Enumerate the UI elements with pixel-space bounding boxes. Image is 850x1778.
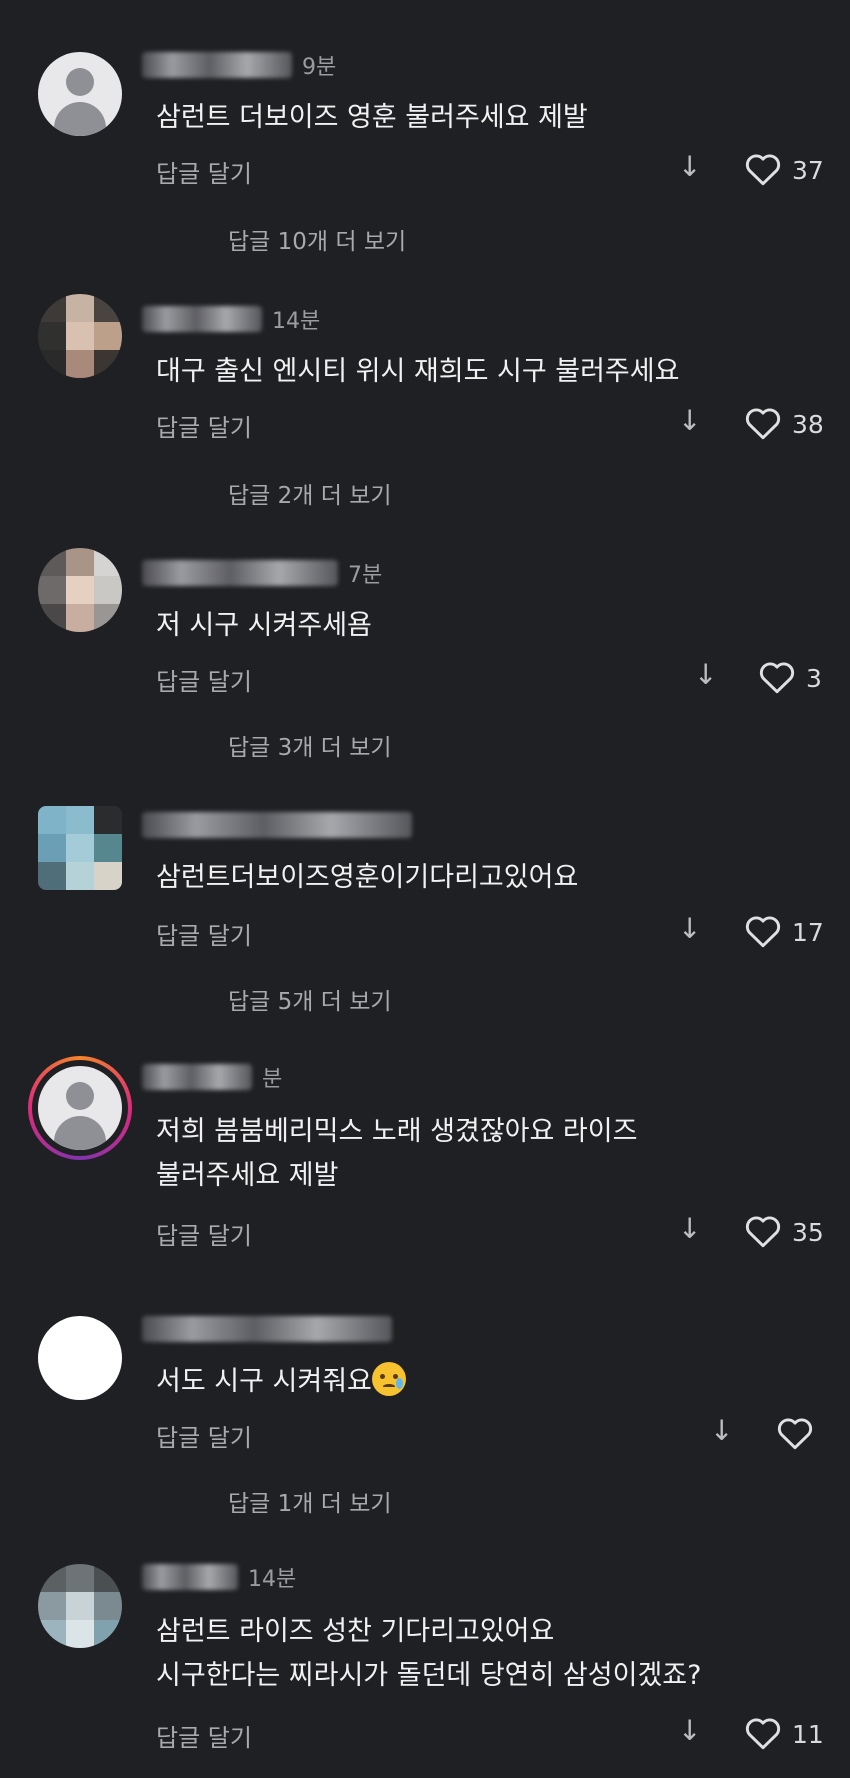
username-blurred[interactable]	[142, 1316, 392, 1342]
comment-text: 삼런트 더보이즈 영훈 불러주세요 제발	[156, 96, 588, 140]
comment-text-line: 저희 붐붐베리믹스 노래 생겼잖아요 라이즈	[156, 1116, 638, 1147]
comment-text: 삼런트 라이즈 성찬 기다리고있어요 시구한다는 찌라시가 돌던데 당연히 삼성…	[156, 1610, 701, 1698]
default-avatar-icon	[38, 1066, 122, 1150]
down-arrow-icon[interactable]: ↓	[678, 912, 701, 945]
comment-time: 7분	[348, 563, 383, 588]
comment-text-line: 서도 시구 시켜줘요	[156, 1366, 372, 1397]
comment-text: 서도 시구 시켜줘요	[156, 1360, 406, 1404]
reply-button[interactable]: 답글 달기	[156, 408, 252, 443]
reply-button[interactable]: 답글 달기	[156, 1216, 252, 1251]
comment-time: 14분	[248, 1567, 297, 1592]
user-avatar[interactable]	[38, 1564, 122, 1648]
default-avatar-icon[interactable]	[38, 52, 122, 136]
like-count: 37	[792, 156, 824, 185]
down-arrow-icon[interactable]: ↓	[710, 1414, 733, 1447]
comment-text: 대구 출신 엔시티 위시 재희도 시구 불러주세요	[156, 350, 679, 394]
comment-meta: 14분	[142, 1562, 296, 1592]
comment-text-line: 저 시구 시켜주세욤	[156, 610, 372, 641]
comment-time: 14분	[272, 309, 321, 334]
down-arrow-icon[interactable]: ↓	[678, 404, 701, 437]
reply-button[interactable]: 답글 달기	[156, 916, 252, 951]
comment-meta: 7분	[142, 558, 382, 588]
heart-icon[interactable]	[744, 152, 782, 186]
like-count: 11	[792, 1720, 824, 1749]
comment-text-line: 삼런트 라이즈 성찬 기다리고있어요	[156, 1616, 555, 1647]
like-count: 35	[792, 1218, 824, 1247]
user-avatar[interactable]	[38, 806, 122, 890]
reply-button[interactable]: 답글 달기	[156, 1718, 252, 1753]
comment-text: 저희 붐붐베리믹스 노래 생겼잖아요 라이즈 불러주세요 제발	[156, 1110, 637, 1198]
user-avatar[interactable]	[38, 294, 122, 378]
comment-text-line: 시구한다는 찌라시가 돌던데 당연히 삼성이겠죠?	[156, 1660, 702, 1691]
user-avatar[interactable]	[38, 1316, 122, 1400]
heart-icon[interactable]	[744, 1214, 782, 1248]
reply-button[interactable]: 답글 달기	[156, 154, 252, 189]
username-blurred[interactable]	[142, 560, 338, 586]
view-more-replies[interactable]: 답글 2개 더 보기	[228, 476, 392, 510]
comment-meta	[142, 1314, 402, 1344]
down-arrow-icon[interactable]: ↓	[678, 150, 701, 183]
comment-text-line: 삼런트 더보이즈 영훈 불러주세요 제발	[156, 102, 588, 133]
view-more-replies[interactable]: 답글 10개 더 보기	[228, 222, 406, 256]
reply-button[interactable]: 답글 달기	[156, 662, 252, 697]
comment-time: 분	[262, 1067, 283, 1092]
comment-meta: 9분	[142, 50, 336, 80]
view-more-replies[interactable]: 답글 3개 더 보기	[228, 728, 392, 762]
username-blurred[interactable]	[142, 1564, 238, 1590]
comment-text: 삼런트더보이즈영훈이기다리고있어요	[156, 856, 578, 900]
username-blurred[interactable]	[142, 306, 262, 332]
username-blurred[interactable]	[142, 1064, 252, 1090]
username-blurred[interactable]	[142, 52, 292, 78]
view-more-replies[interactable]: 답글 5개 더 보기	[228, 982, 392, 1016]
down-arrow-icon[interactable]: ↓	[678, 1714, 701, 1747]
like-count: 38	[792, 410, 824, 439]
reply-button[interactable]: 답글 달기	[156, 1418, 252, 1453]
story-ring[interactable]	[28, 1056, 132, 1160]
crying-face-icon	[371, 1362, 406, 1396]
heart-icon[interactable]	[744, 914, 782, 948]
comment-text-line: 대구 출신 엔시티 위시 재희도 시구 불러주세요	[156, 356, 680, 387]
like-count: 17	[792, 918, 824, 947]
user-avatar[interactable]	[38, 548, 122, 632]
comment-text-line: 불러주세요 제발	[156, 1160, 339, 1191]
comment-meta: 14분	[142, 304, 320, 334]
view-more-replies[interactable]: 답글 1개 더 보기	[228, 1484, 392, 1518]
like-count: 3	[806, 664, 822, 693]
down-arrow-icon[interactable]: ↓	[678, 1212, 701, 1245]
heart-icon[interactable]	[758, 660, 796, 694]
comment-text: 저 시구 시켜주세욤	[156, 604, 372, 648]
comment-meta: 분	[142, 1062, 282, 1092]
down-arrow-icon[interactable]: ↓	[694, 658, 717, 691]
heart-icon[interactable]	[776, 1416, 814, 1450]
comment-meta	[142, 810, 422, 840]
comment-time: 9분	[302, 55, 337, 80]
heart-icon[interactable]	[744, 1716, 782, 1750]
username-blurred[interactable]	[142, 812, 412, 838]
heart-icon[interactable]	[744, 406, 782, 440]
comment-text-line: 삼런트더보이즈영훈이기다리고있어요	[156, 862, 579, 893]
